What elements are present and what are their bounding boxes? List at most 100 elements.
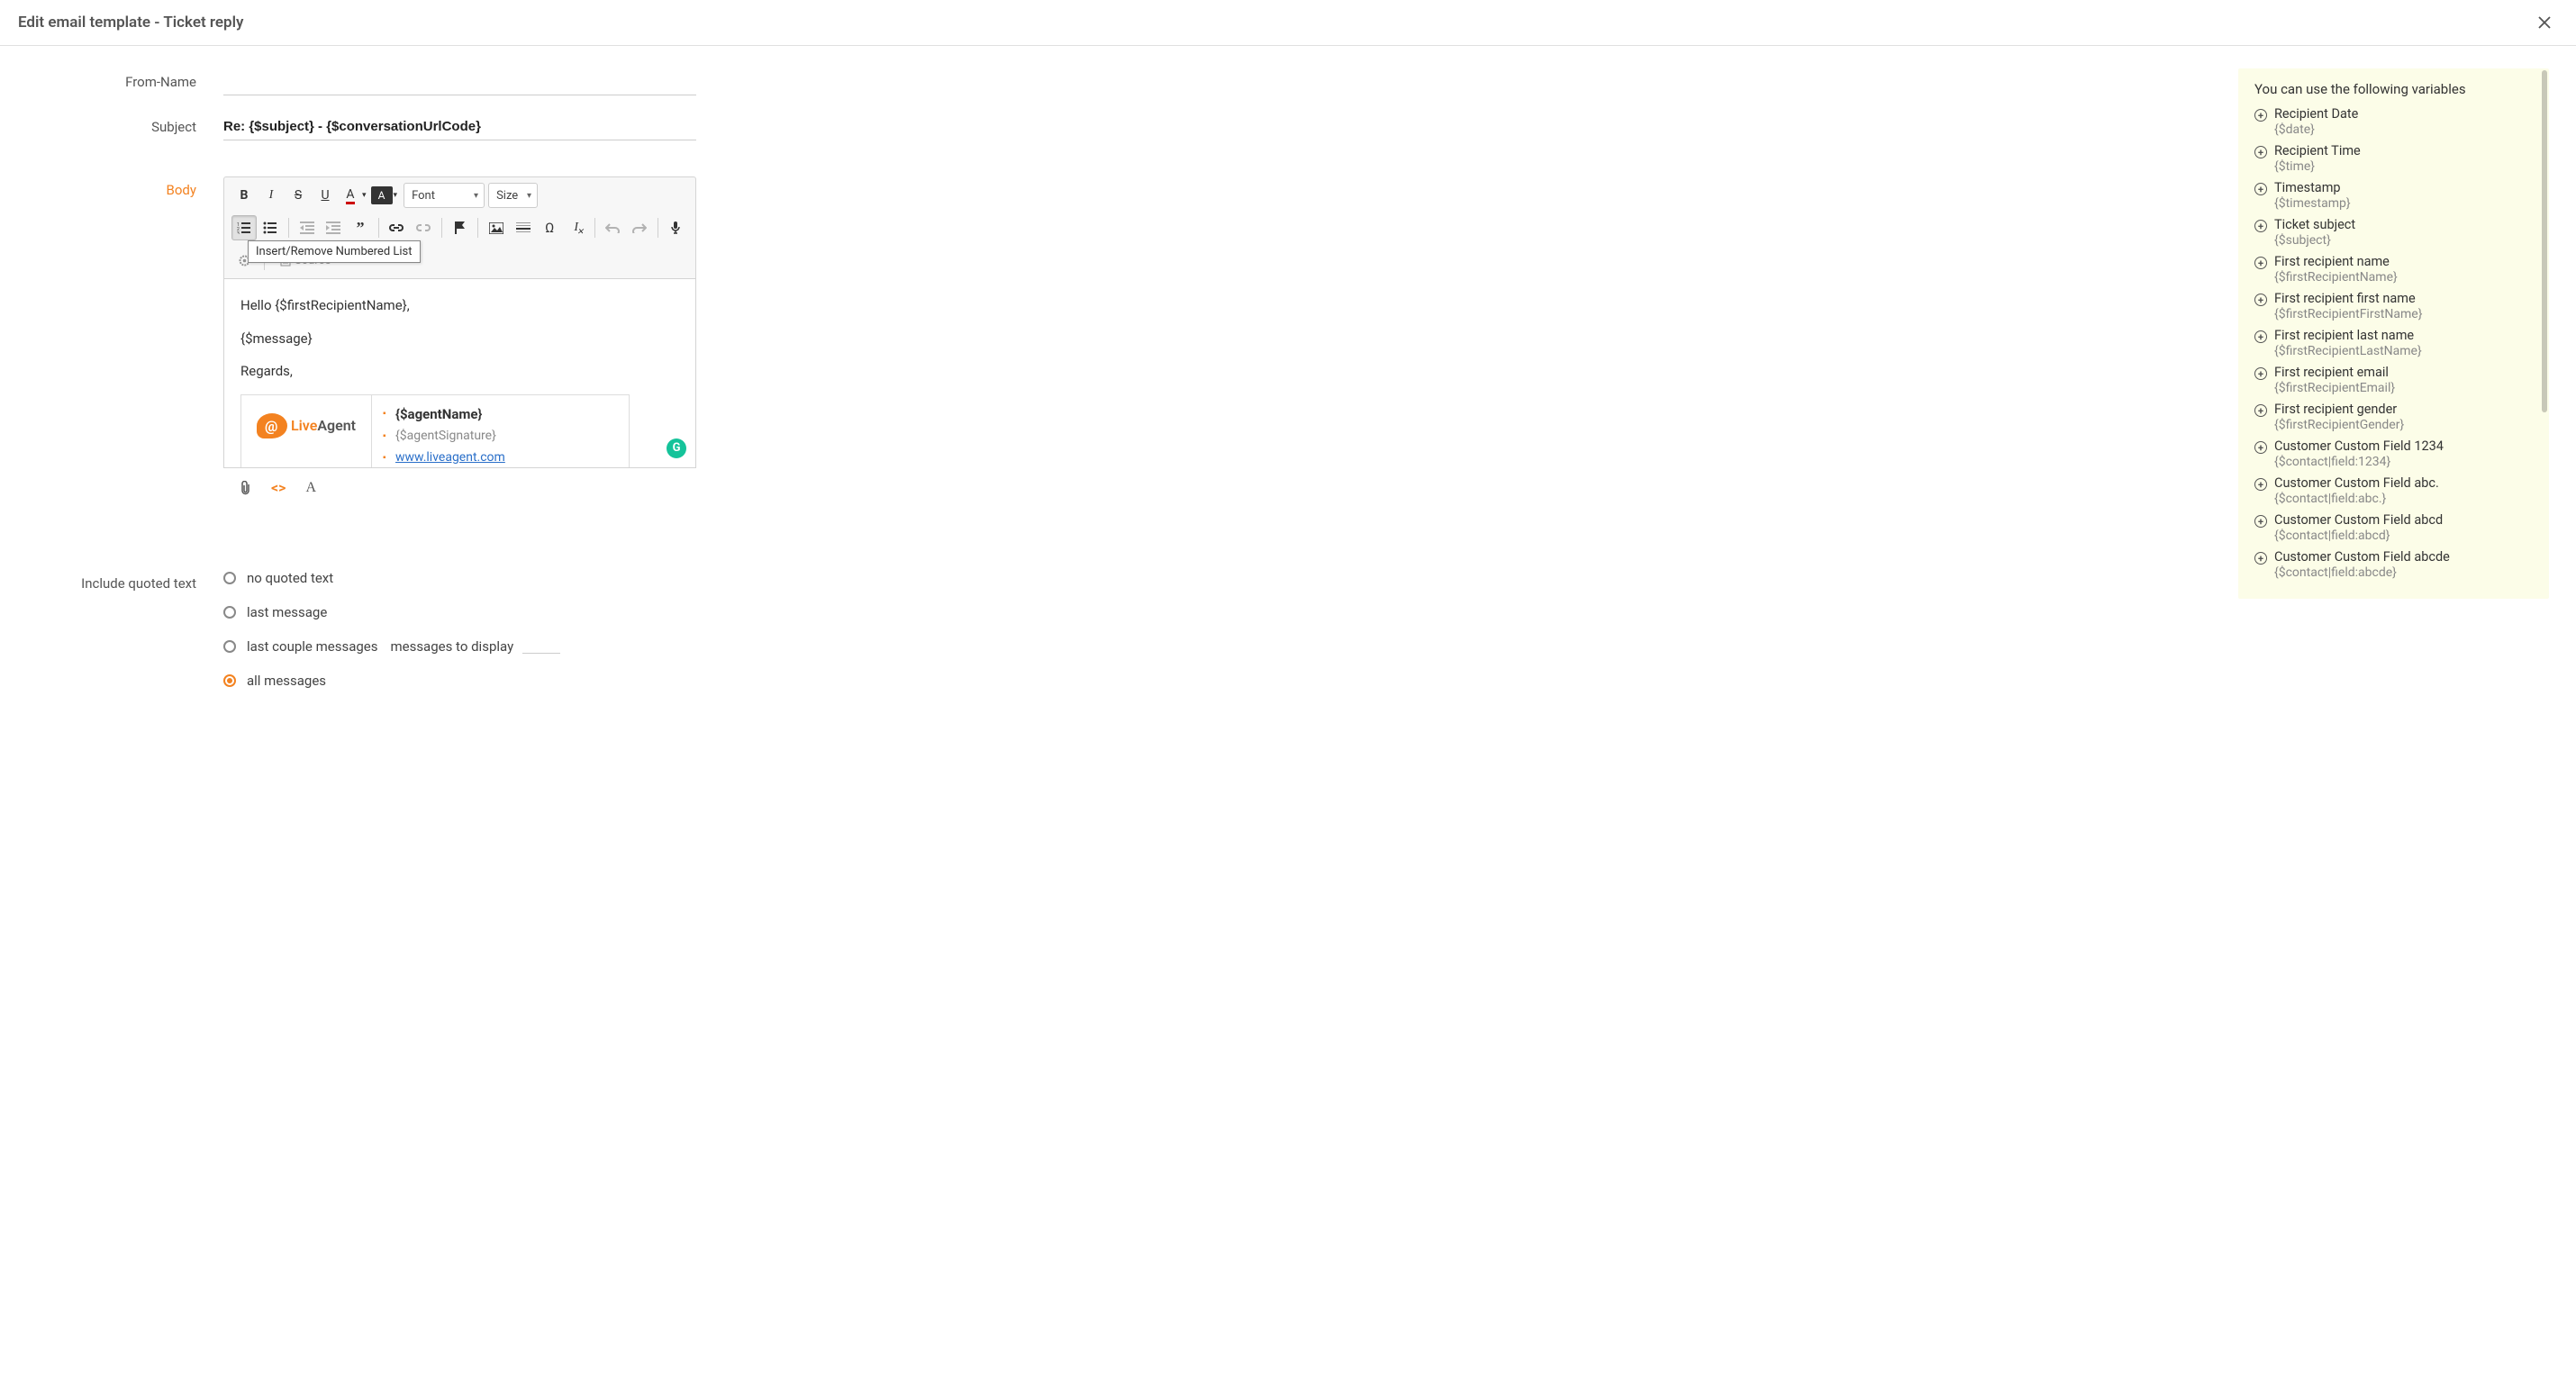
special-char-button[interactable]: Ω [537,215,562,240]
variables-title: You can use the following variables [2254,81,2549,97]
radio-last-couple[interactable]: last couple messages messages to display [223,638,560,655]
variable-code: {$firstRecipientName} [2274,270,2398,285]
plus-icon: + [2254,146,2267,158]
image-icon [489,222,503,234]
radio-no-quoted[interactable]: no quoted text [223,570,560,586]
variable-item[interactable]: +First recipient first name{$firstRecipi… [2254,291,2549,321]
bg-color-button[interactable]: A [371,186,393,204]
variable-item[interactable]: +Customer Custom Field abcd{$contact|fie… [2254,512,2549,543]
blockquote-button[interactable]: ” [348,215,373,240]
unlink-icon [416,223,431,232]
radio-all-messages[interactable]: all messages [223,673,560,689]
from-name-input[interactable] [223,68,696,95]
flag-button[interactable] [448,215,473,240]
variable-item[interactable]: +Customer Custom Field abcde{$contact|fi… [2254,549,2549,580]
variable-code: {$firstRecipientGender} [2274,418,2404,432]
image-button[interactable] [484,215,509,240]
size-select[interactable]: Size [488,183,538,208]
scrollbar[interactable] [2542,70,2547,412]
variable-item[interactable]: +Ticket subject{$subject} [2254,217,2549,248]
flag-icon [454,221,467,234]
variables-list: +Recipient Date{$date}+Recipient Time{$t… [2254,106,2549,580]
variable-label: First recipient first name [2274,291,2422,306]
paperclip-icon [240,481,251,495]
bold-button[interactable]: B [231,183,257,208]
sig-agent-name: {$agentName} [383,404,618,425]
outdent-icon [300,221,314,234]
variable-label: Customer Custom Field abcde [2274,549,2450,565]
messages-count-input[interactable] [522,639,560,654]
variable-item[interactable]: +Timestamp{$timestamp} [2254,180,2549,211]
italic-button[interactable]: I [259,183,284,208]
variable-label: Customer Custom Field abcd [2274,512,2443,528]
indent-button[interactable] [322,215,347,240]
body-regards: Regards, [240,361,679,382]
separator [441,218,442,238]
variable-item[interactable]: +Customer Custom Field 1234{$contact|fie… [2254,438,2549,469]
variable-label: First recipient gender [2274,402,2404,417]
html-mode-button[interactable]: <> [271,479,286,496]
text-color-button[interactable]: A [340,183,361,208]
quoted-text-row: Include quoted text no quoted text last … [0,570,2576,689]
separator [594,218,595,238]
redo-button[interactable] [627,215,652,240]
mic-button[interactable] [664,215,689,240]
attach-button[interactable] [240,481,251,495]
editor-content[interactable]: Hello {$firstRecipientName}, {$message} … [223,279,696,468]
text-mode-button[interactable]: A [305,480,316,496]
variable-item[interactable]: +Recipient Date{$date} [2254,106,2549,137]
separator [477,218,478,238]
variable-item[interactable]: +Recipient Time{$time} [2254,143,2549,174]
plus-icon: + [2254,478,2267,491]
subject-input[interactable] [223,113,696,140]
logo-bubble-icon [257,413,287,438]
variable-code: {$firstRecipientEmail} [2274,381,2395,395]
link-button[interactable] [385,215,410,240]
redo-icon [632,222,647,233]
close-icon [2538,16,2551,29]
variable-code: {$firstRecipientFirstName} [2274,307,2422,321]
bg-color-caret[interactable]: ▾ [391,191,401,200]
undo-button[interactable] [600,215,625,240]
close-button[interactable] [2531,13,2558,32]
numbered-list-button[interactable]: 123 [231,215,257,240]
variable-item[interactable]: +First recipient email{$firstRecipientEm… [2254,365,2549,395]
plus-icon: + [2254,441,2267,454]
plus-icon: + [2254,257,2267,269]
variable-label: First recipient email [2274,365,2395,380]
svg-text:3: 3 [237,231,240,234]
variable-label: First recipient name [2274,254,2398,269]
font-select[interactable]: Font [404,183,485,208]
text-color-caret[interactable]: ▾ [359,191,369,200]
plus-icon: + [2254,404,2267,417]
outdent-button[interactable] [295,215,320,240]
bullet-list-button[interactable] [259,215,284,240]
variable-item[interactable]: + First recipient name{$firstRecipientNam… [2254,254,2549,285]
from-name-label: From-Name [0,68,223,90]
remove-format-button[interactable]: I✕ [564,215,589,240]
radio-last-message[interactable]: last message [223,604,560,620]
variable-label: Recipient Date [2274,106,2358,122]
variable-label: Recipient Time [2274,143,2361,158]
underline-button[interactable]: U [313,183,338,208]
dialog-title: Edit email template - Ticket reply [18,14,243,32]
editor-toolbar: B I S U A ▾ A ▾ Font Size [223,176,696,279]
bullet-list-icon [263,221,277,234]
variable-label: Customer Custom Field 1234 [2274,438,2444,454]
sig-link[interactable]: www.liveagent.com [395,450,505,465]
variable-code: {$firstRecipientLastName} [2274,344,2422,358]
strike-button[interactable]: S [286,183,311,208]
variable-item[interactable]: + First recipient gender{$firstRecipientG… [2254,402,2549,432]
hr-button[interactable] [511,215,536,240]
indent-icon [326,221,340,234]
grammarly-badge[interactable]: G [667,438,686,458]
from-name-row: From-Name [0,68,2576,95]
variable-item[interactable]: +Customer Custom Field abc.{$contact|fie… [2254,475,2549,506]
unlink-button[interactable] [411,215,436,240]
variable-label: Timestamp [2274,180,2351,195]
undo-icon [605,222,620,233]
hr-icon [516,221,531,234]
separator [378,218,379,238]
sig-agent-signature: {$agentSignature} [383,427,618,446]
variable-item[interactable]: +First recipient last name{$firstRecipie… [2254,328,2549,358]
